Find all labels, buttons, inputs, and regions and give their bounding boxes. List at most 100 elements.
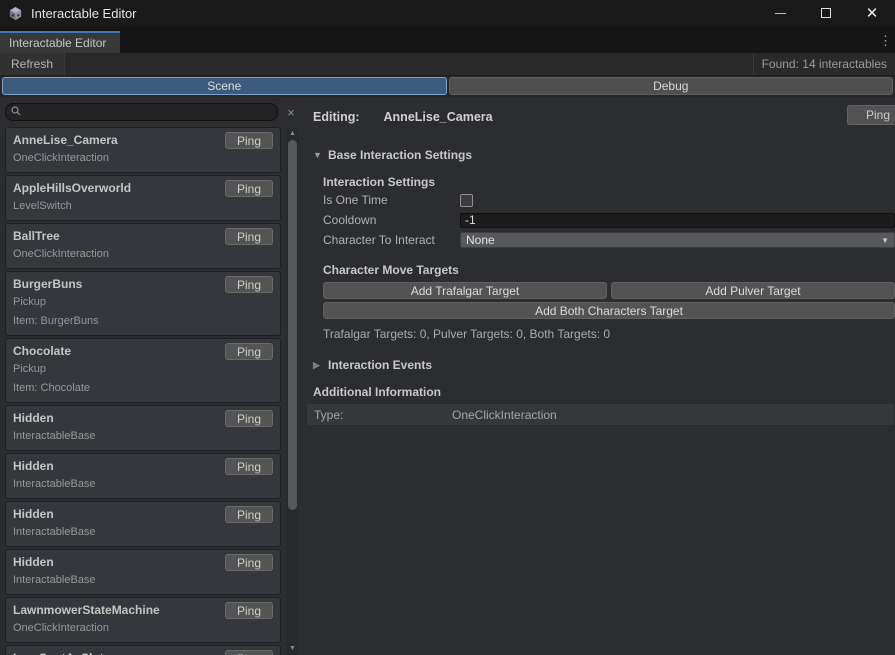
item-type: OneClickInteraction [13,149,273,168]
list-item[interactable]: BurgerBuns Ping Pickup Item: BurgerBuns [5,271,281,336]
window-title: Interactable Editor [31,6,137,21]
chevron-down-icon: ▼ [881,236,889,245]
targets-summary: Trafalgar Targets: 0, Pulver Targets: 0,… [323,326,895,342]
scroll-down-icon[interactable]: ▼ [286,645,299,652]
item-type: InteractableBase [13,475,273,494]
tab-debug[interactable]: Debug [449,77,894,95]
interaction-settings-header: Interaction Settings [323,174,895,190]
cooldown-field[interactable] [460,213,895,228]
is-one-time-label: Is One Time [323,193,460,207]
item-type: OneClickInteraction [13,619,273,638]
minimize-icon [775,13,786,14]
close-button[interactable]: ✕ [849,0,895,26]
tab-menu-kebab-icon[interactable]: ⋮ [879,33,892,49]
base-interaction-settings-foldout[interactable]: ▼ Base Interaction Settings [313,148,895,162]
list-item[interactable]: LureSpotA_Slot Ping [5,645,281,655]
search-icon [11,103,21,121]
scroll-up-icon[interactable]: ▲ [286,130,299,137]
is-one-time-checkbox[interactable] [460,194,473,207]
titlebar: Interactable Editor ✕ [0,0,895,26]
editing-label: Editing: [313,110,360,124]
list-item[interactable]: Hidden Ping InteractableBase [5,501,281,547]
search-clear-button[interactable]: × [282,103,300,121]
item-type: LevelSwitch [13,197,273,216]
type-info-box: Type: OneClickInteraction [306,403,895,426]
base-settings-section: Interaction Settings Is One Time Cooldow… [313,174,895,342]
window-controls: ✕ [757,0,895,26]
scrollbar-thumb[interactable] [288,140,297,510]
cooldown-row: Cooldown [323,210,895,230]
item-type: Pickup [13,293,273,312]
base-interaction-settings-label: Base Interaction Settings [328,148,472,162]
item-ping-button[interactable]: Ping [225,228,273,245]
editing-ping-button[interactable]: Ping [847,105,895,125]
item-type: InteractableBase [13,523,273,542]
item-type: Pickup [13,360,273,379]
item-detail: Item: Chocolate [13,379,273,398]
search-row: × [0,97,300,127]
item-type: InteractableBase [13,427,273,446]
cooldown-label: Cooldown [323,213,460,227]
refresh-button[interactable]: Refresh [0,53,65,75]
list-scrollbar[interactable]: ▲ ▼ [286,127,299,655]
list-item[interactable]: LawnmowerStateMachine Ping OneClickInter… [5,597,281,643]
additional-information-header: Additional Information [313,384,895,400]
list-item[interactable]: Hidden Ping InteractableBase [5,405,281,451]
editor-tabbar: Interactable Editor ⋮ [0,26,895,53]
tab-interactable-editor[interactable]: Interactable Editor [0,31,120,53]
maximize-button[interactable] [803,0,849,26]
editor-detail-panel: Editing: AnneLise_Camera Ping ▼ Base Int… [300,97,895,655]
list-item[interactable]: AppleHillsOverworld Ping LevelSwitch [5,175,281,221]
type-value: OneClickInteraction [452,408,557,422]
item-ping-button[interactable]: Ping [225,132,273,149]
editing-target-name: AnneLise_Camera [384,110,493,124]
maximize-icon [821,8,831,18]
editing-row: Editing: AnneLise_Camera Ping [313,107,895,127]
item-ping-button[interactable]: Ping [225,180,273,197]
item-ping-button[interactable]: Ping [225,458,273,475]
item-type: OneClickInteraction [13,245,273,264]
item-ping-button[interactable]: Ping [225,602,273,619]
add-both-characters-target-button[interactable]: Add Both Characters Target [323,302,895,319]
list-item[interactable]: Hidden Ping InteractableBase [5,453,281,499]
item-ping-button[interactable]: Ping [225,410,273,427]
interaction-events-label: Interaction Events [328,358,432,372]
list-item[interactable]: AnneLise_Camera Ping OneClickInteraction [5,127,281,173]
add-target-button-row: Add Trafalgar Target Add Pulver Target [323,282,895,299]
is-one-time-row: Is One Time [323,190,895,210]
item-ping-button[interactable]: Ping [225,650,273,655]
toolbar-spacer [65,53,753,75]
view-tab-row: Scene Debug [0,76,895,97]
toolbar: Refresh Found: 14 interactables [0,53,895,76]
minimize-button[interactable] [757,0,803,26]
type-label: Type: [307,408,452,422]
add-both-button-row: Add Both Characters Target [323,302,895,319]
close-icon: ✕ [866,6,879,21]
item-detail: Item: BurgerBuns [13,312,273,331]
add-pulver-target-button[interactable]: Add Pulver Target [611,282,895,299]
item-ping-button[interactable]: Ping [225,276,273,293]
item-ping-button[interactable]: Ping [225,506,273,523]
character-to-interact-row: Character To Interact None ▼ [323,230,895,250]
list-item[interactable]: Hidden Ping InteractableBase [5,549,281,595]
character-to-interact-dropdown[interactable]: None ▼ [460,232,895,248]
character-to-interact-label: Character To Interact [323,233,460,247]
search-input[interactable] [5,103,278,121]
interactable-list: AnneLise_Camera Ping OneClickInteraction… [5,127,281,655]
item-ping-button[interactable]: Ping [225,343,273,360]
character-to-interact-value: None [466,233,495,247]
app-cube-icon [8,6,23,21]
list-item[interactable]: BallTree Ping OneClickInteraction [5,223,281,269]
tab-scene[interactable]: Scene [2,77,447,95]
add-trafalgar-target-button[interactable]: Add Trafalgar Target [323,282,607,299]
item-type: InteractableBase [13,571,273,590]
character-move-targets-header: Character Move Targets [323,262,895,278]
main-content: × AnneLise_Camera Ping OneClickInteracti… [0,97,895,655]
item-ping-button[interactable]: Ping [225,554,273,571]
found-count-label: Found: 14 interactables [753,53,895,75]
foldout-open-icon: ▼ [313,150,322,160]
interactable-editor-window: Interactable Editor ✕ Interactable Edito… [0,0,895,655]
foldout-collapsed-icon: ▶ [313,360,322,371]
list-item[interactable]: Chocolate Ping Pickup Item: Chocolate [5,338,281,403]
interaction-events-foldout[interactable]: ▶ Interaction Events [313,358,895,372]
